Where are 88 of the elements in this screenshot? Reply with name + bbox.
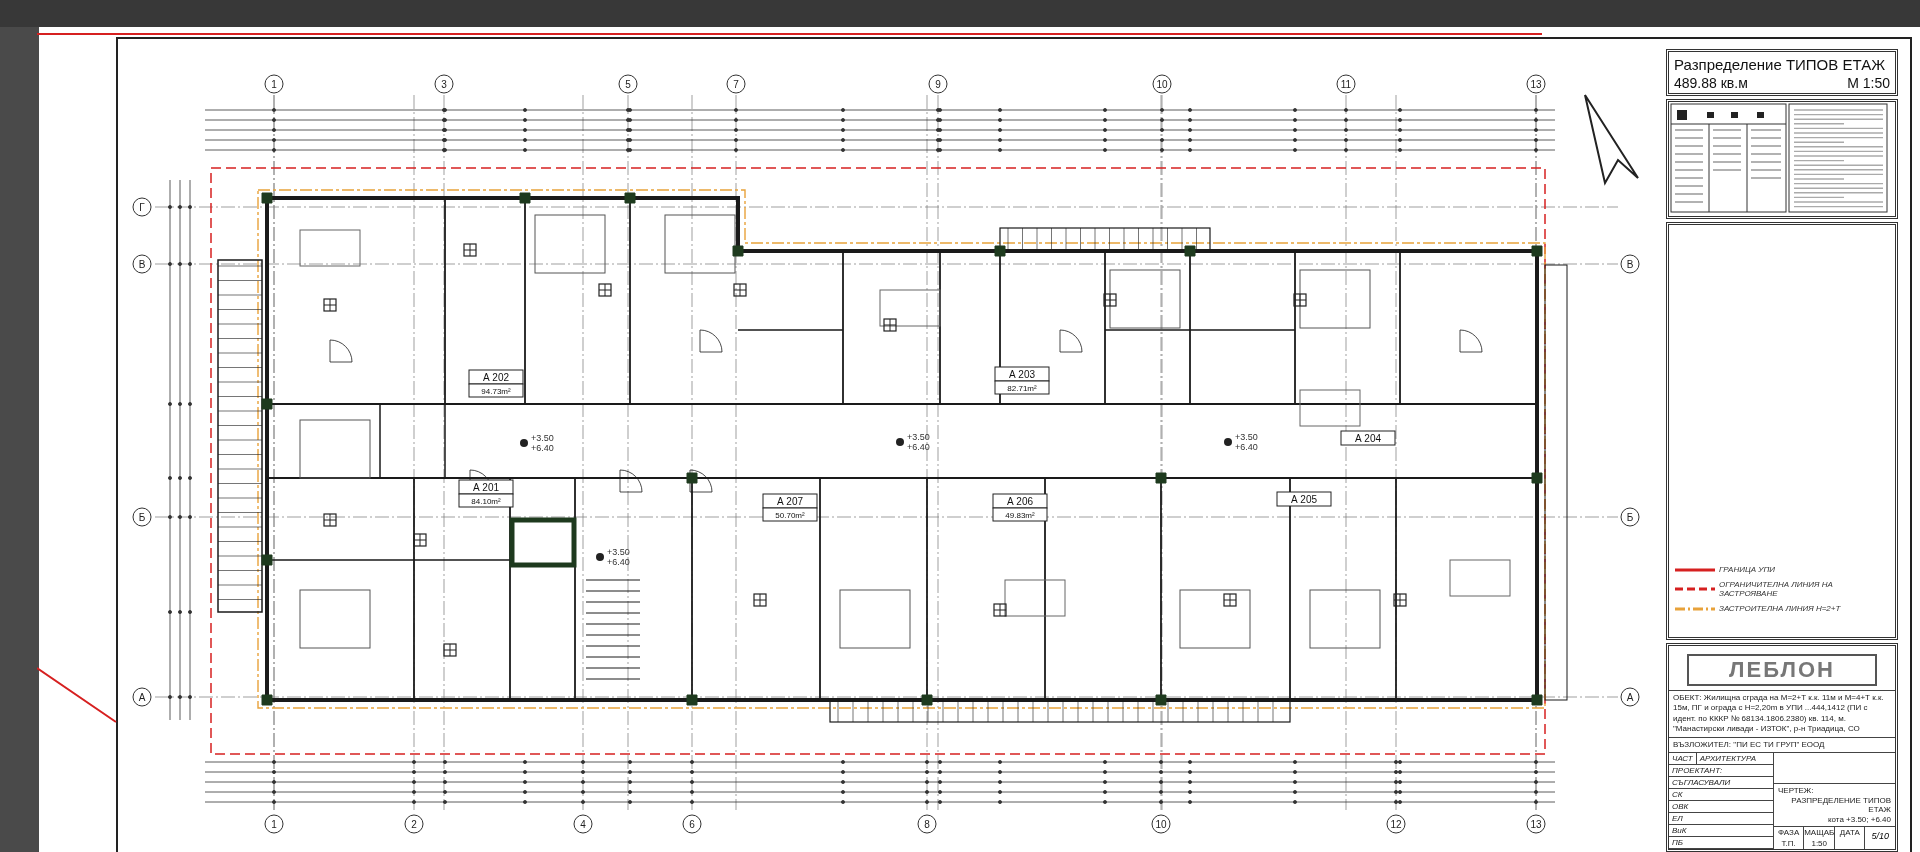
axis-label: 11	[1336, 74, 1356, 94]
apartment-label: А 201	[458, 479, 514, 495]
level-value: +6.40	[607, 557, 630, 567]
level-mark-icon	[520, 439, 528, 447]
drawing-scale: М 1:50	[1847, 75, 1890, 91]
axis-label: 9	[928, 74, 948, 94]
north-arrow-icon	[1584, 94, 1639, 186]
axis-label: 3	[434, 74, 454, 94]
meta-value: 1:50	[1811, 838, 1827, 849]
drawing-label: ЧЕРТЕЖ:	[1778, 786, 1814, 795]
level-value: +6.40	[907, 442, 930, 452]
level-mark-icon	[1224, 438, 1232, 446]
designer-label: ПРОЕКТАНТ:	[1669, 765, 1773, 777]
axis-label: 1	[264, 74, 284, 94]
room-symbol-icon	[1293, 293, 1307, 307]
room-symbol-icon	[733, 283, 747, 297]
axis-label: 5	[618, 74, 638, 94]
sheet-title: Разпределение ТИПОВ ЕТАЖ	[1673, 55, 1886, 73]
room-symbol-icon	[598, 283, 612, 297]
approval-code: ПБ	[1669, 837, 1773, 849]
apartment-area: 84.10m²	[458, 493, 514, 508]
apartment-label: А 202	[468, 369, 524, 385]
room-symbol-icon	[883, 318, 897, 332]
meta-label: ФАЗА	[1777, 827, 1800, 838]
apartment-label: А 203	[994, 366, 1050, 382]
axis-label: 13	[1526, 814, 1546, 834]
sheet-number: 5/10	[1870, 830, 1890, 843]
level-value: +3.50	[607, 547, 630, 557]
level-mark-icon	[896, 438, 904, 446]
axis-label: 7	[726, 74, 746, 94]
room-symbol-icon	[463, 243, 477, 257]
axis-label: Б	[132, 507, 152, 527]
level-mark-icon	[596, 553, 604, 561]
room-symbol-icon	[323, 298, 337, 312]
room-symbol-icon	[753, 593, 767, 607]
floor-area: 489.88 кв.м	[1674, 75, 1748, 91]
axis-label: Г	[132, 197, 152, 217]
room-symbol-icon	[1103, 293, 1117, 307]
meta-label: МАЩАБ	[1804, 827, 1835, 838]
meta-label: ДАТА	[1839, 827, 1860, 838]
axis-label: 13	[1526, 74, 1546, 94]
apartment-area: 94.73m²	[468, 383, 524, 398]
room-symbol-icon	[413, 533, 427, 547]
meta-value: Т.П.	[1781, 838, 1796, 849]
axis-label: 1	[264, 814, 284, 834]
level-value: +3.50	[531, 433, 554, 443]
approval-code: СК	[1669, 789, 1773, 801]
project-client: ВЪЗЛОЖИТЕЛ: "ПИ ЕС ТИ ГРУП" ЕООД	[1669, 736, 1895, 752]
axis-label: А	[1620, 687, 1640, 707]
room-symbol-icon	[1393, 593, 1407, 607]
axis-label: А	[132, 687, 152, 707]
level-value: +6.40	[531, 443, 554, 453]
axis-label: 10	[1151, 814, 1171, 834]
level-value: +3.50	[907, 432, 930, 442]
level-value: +6.40	[1235, 442, 1258, 452]
axis-label: 4	[573, 814, 593, 834]
approval-code: ВиК	[1669, 825, 1773, 837]
axis-label: 10	[1152, 74, 1172, 94]
company-logo: ЛЕБЛОН	[1729, 657, 1835, 684]
axis-label: В	[132, 254, 152, 274]
part-label: ЧАСТ	[1669, 753, 1697, 765]
apartment-label: А 205	[1276, 491, 1332, 507]
level-value: +3.50	[1235, 432, 1258, 442]
axis-label: 8	[917, 814, 937, 834]
room-symbol-icon	[323, 513, 337, 527]
room-symbol-icon	[1223, 593, 1237, 607]
approval-code: ЕЛ	[1669, 813, 1773, 825]
axis-label: 6	[682, 814, 702, 834]
apartment-label: А 207	[762, 493, 818, 509]
apartment-area: 49.83m²	[992, 507, 1048, 522]
approval-code: ОВК	[1669, 801, 1773, 813]
apartment-label: А 204	[1340, 430, 1396, 446]
room-symbol-icon	[993, 603, 1007, 617]
legend-label: ЗАСТРОИТЕЛНА ЛИНИЯ Н=2+Т	[1719, 604, 1841, 614]
legend-label: ОГРАНИЧИТЕЛНА ЛИНИЯ НА ЗАСТРОЯВАНЕ	[1719, 580, 1834, 599]
apartment-label: А 206	[992, 493, 1048, 509]
approvals-label: СЪГЛАСУВАЛИ	[1669, 777, 1773, 789]
axis-label: Б	[1620, 507, 1640, 527]
axis-label: 12	[1386, 814, 1406, 834]
room-symbol-icon	[443, 643, 457, 657]
axis-label: 2	[404, 814, 424, 834]
part-value: АРХИТЕКТУРА	[1696, 753, 1773, 765]
project-object: ОБЕКТ: Жилищна сграда на М=2+Т к.к. 11м и М=4+Т к.к. 15м, ПГ и ограда с Н=2,20m в УПИ ...444,1412 (ПИ с идент. по КККР № 68134.1806.2380) кв. 114, м. "Манастирски ливади - ИЗТОК", р-н Триадица, СО	[1669, 690, 1895, 737]
drawing-level: кота +3.50; +6.40	[1827, 815, 1891, 824]
axis-label: В	[1620, 254, 1640, 274]
legend-label: ГРАНИЦА УПИ	[1719, 565, 1775, 575]
apartment-area: 50.70m²	[762, 507, 818, 522]
apartment-area: 82.71m²	[994, 380, 1050, 395]
